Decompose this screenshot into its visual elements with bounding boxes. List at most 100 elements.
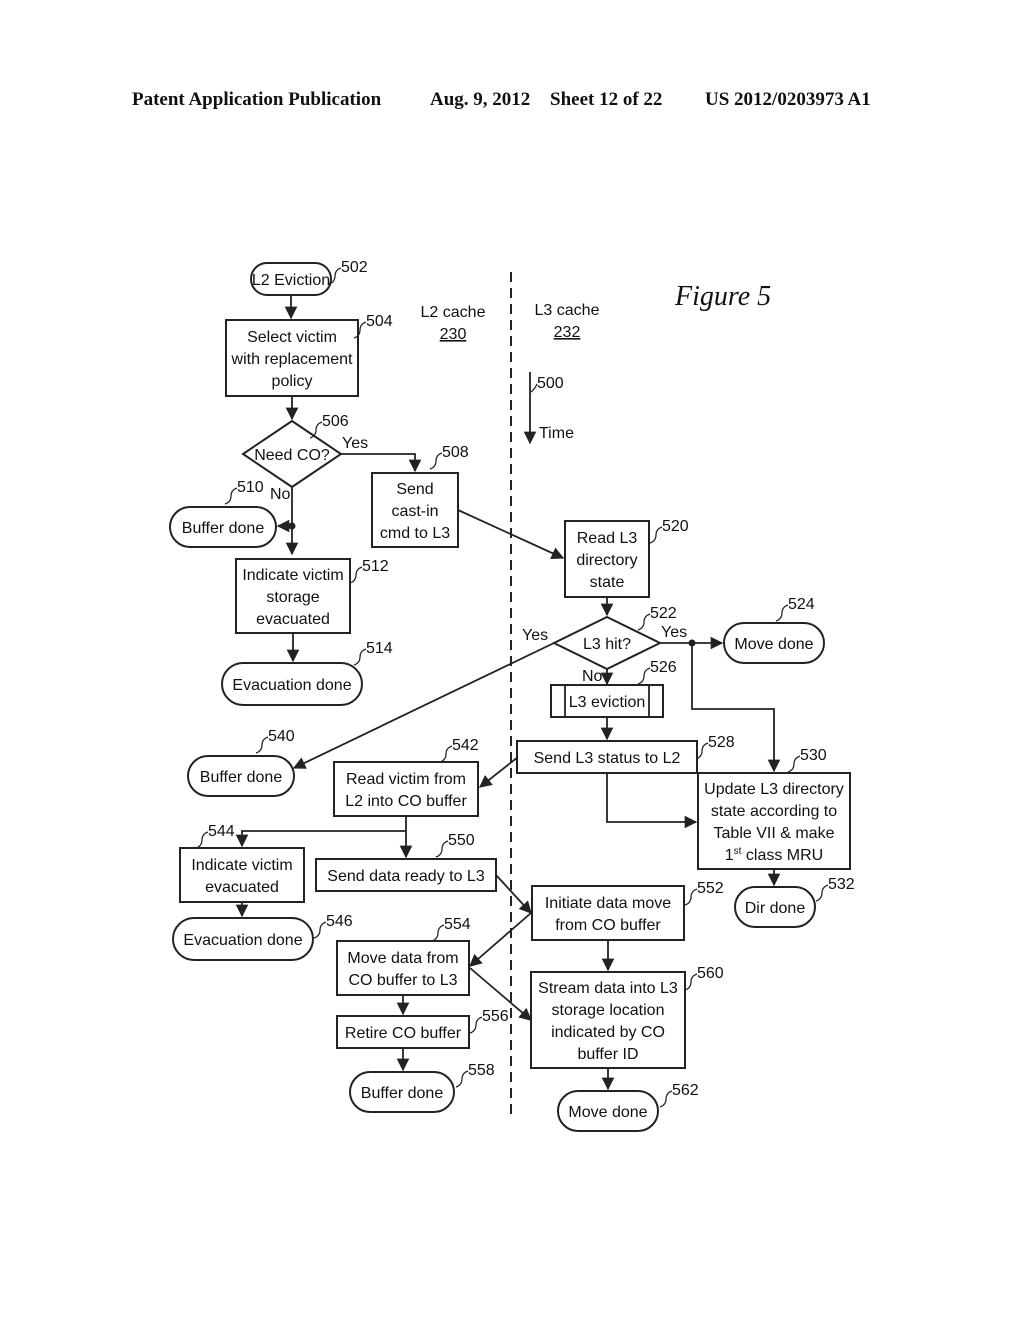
ref-number: 540 xyxy=(268,728,295,745)
node-label: CO buffer to L3 xyxy=(348,972,457,989)
node-label: Table VII & make xyxy=(714,825,835,842)
ref-number: 560 xyxy=(697,965,724,982)
ref-leader xyxy=(684,973,698,991)
node-526: L3 eviction 526 xyxy=(550,659,677,718)
node-label: evacuated xyxy=(205,879,279,896)
ref-number: 520 xyxy=(662,518,689,535)
node-label: Read L3 xyxy=(577,530,638,547)
lane-l2-name: L2 cache xyxy=(421,304,486,321)
node-label: evacuated xyxy=(256,611,330,628)
edge-label-yes: Yes xyxy=(661,624,687,641)
ref-number: 532 xyxy=(828,876,855,893)
edge-label-yes: Yes xyxy=(522,627,548,644)
node-label: L3 eviction xyxy=(569,694,646,711)
time-ref: 500 xyxy=(537,375,564,392)
ref-leader xyxy=(429,452,443,470)
node-label: directory xyxy=(576,552,637,569)
node-520: Read L3 directory state 520 xyxy=(564,518,689,598)
node-label: Buffer done xyxy=(361,1085,444,1102)
ref-leader xyxy=(431,924,445,942)
ref-leader xyxy=(195,831,209,849)
node-label: Retire CO buffer xyxy=(345,1025,462,1042)
edge-506-508 xyxy=(341,453,422,473)
ref-number: 506 xyxy=(322,413,349,430)
ref-number: 556 xyxy=(482,1008,509,1025)
ref-number: 562 xyxy=(672,1082,699,1099)
node-512: Indicate victim storage evacuated 512 xyxy=(235,558,389,634)
ref-leader xyxy=(684,888,698,906)
junction-dot xyxy=(688,639,696,647)
node-label: Initiate data move xyxy=(545,895,671,912)
node-label: L2 Eviction xyxy=(252,272,330,289)
ref-leader xyxy=(815,884,829,902)
node-label: cmd to L3 xyxy=(380,525,450,542)
node-506: Need CO? 506 xyxy=(241,413,349,489)
ref-leader xyxy=(349,566,363,584)
ref-leader xyxy=(637,613,651,631)
node-502: L2 Eviction 502 xyxy=(250,259,368,296)
ref-number: 508 xyxy=(442,444,469,461)
node-label: buffer ID xyxy=(577,1046,638,1063)
node-label: state xyxy=(590,574,625,591)
edge-528-542 xyxy=(479,756,519,788)
node-label: Select victim xyxy=(247,329,337,346)
figure-title: Figure 5 xyxy=(674,281,771,312)
ref-leader xyxy=(649,526,663,544)
edge-528-530 xyxy=(606,773,698,829)
node-504: Select victim with replacement policy 504 xyxy=(225,313,393,397)
node-540: Buffer done 540 xyxy=(187,728,295,797)
edge-550-552 xyxy=(495,874,532,914)
node-560: Stream data into L3 storage location indic… xyxy=(530,965,724,1069)
node-label: Need CO? xyxy=(254,447,330,464)
edge-552-554 xyxy=(469,912,532,967)
ref-number: 542 xyxy=(452,737,479,754)
ref-number: 554 xyxy=(444,916,471,933)
node-label: Stream data into L3 xyxy=(538,980,678,997)
node-542: Read victim from L2 into CO buffer 542 xyxy=(333,737,479,817)
ref-number: 550 xyxy=(448,832,475,849)
ref-leader xyxy=(637,667,651,685)
ref-number: 502 xyxy=(341,259,368,276)
ref-leader xyxy=(787,755,801,773)
lane-l3-ref: 232 xyxy=(554,324,581,341)
node-552: Initiate data move from CO buffer 552 xyxy=(531,880,724,941)
ref-number: 546 xyxy=(326,913,353,930)
node-label: Indicate victim xyxy=(242,567,343,584)
node-528: Send L3 status to L2 528 xyxy=(516,734,735,774)
node-label: Buffer done xyxy=(182,520,265,537)
ref-number: 544 xyxy=(208,823,235,840)
node-label: Indicate victim xyxy=(191,857,292,874)
node-label: L2 into CO buffer xyxy=(345,793,467,810)
node-label: indicated by CO xyxy=(551,1024,665,1041)
edge-label-yes: Yes xyxy=(342,435,368,452)
ref-number: 510 xyxy=(237,479,264,496)
ref-number: 558 xyxy=(468,1062,495,1079)
node-label: Evacuation done xyxy=(232,677,351,694)
node-label: L3 hit? xyxy=(583,636,631,653)
ref-number: 528 xyxy=(708,734,735,751)
node-558: Buffer done 558 xyxy=(349,1062,495,1113)
ref-number: 504 xyxy=(366,313,393,330)
ref-leader xyxy=(659,1090,673,1108)
node-label: policy xyxy=(272,373,313,390)
node-label: Send data ready to L3 xyxy=(327,868,485,885)
node-524: Move done 524 xyxy=(723,596,825,664)
ref-number: 530 xyxy=(800,747,827,764)
edge-542-544 xyxy=(235,830,406,848)
ref-leader xyxy=(435,840,449,858)
node-label: with replacement xyxy=(231,351,354,368)
ref-leader xyxy=(255,736,269,754)
flowchart: Figure 5 L2 cache 230 L3 cache 232 500 T… xyxy=(169,259,855,1132)
node-554: Move data from CO buffer to L3 554 xyxy=(336,916,471,996)
node-label: Move data from xyxy=(347,950,458,967)
ref-number: 512 xyxy=(362,558,389,575)
node-label: Evacuation done xyxy=(183,932,302,949)
ref-number: 524 xyxy=(788,596,815,613)
node-label: Send xyxy=(396,481,433,498)
node-label: storage location xyxy=(552,1002,665,1019)
edge-label-no: No xyxy=(582,668,603,685)
node-label: storage xyxy=(266,589,319,606)
ref-leader xyxy=(313,921,327,939)
edge-label-no: No xyxy=(270,486,291,503)
ref-leader xyxy=(353,648,367,666)
